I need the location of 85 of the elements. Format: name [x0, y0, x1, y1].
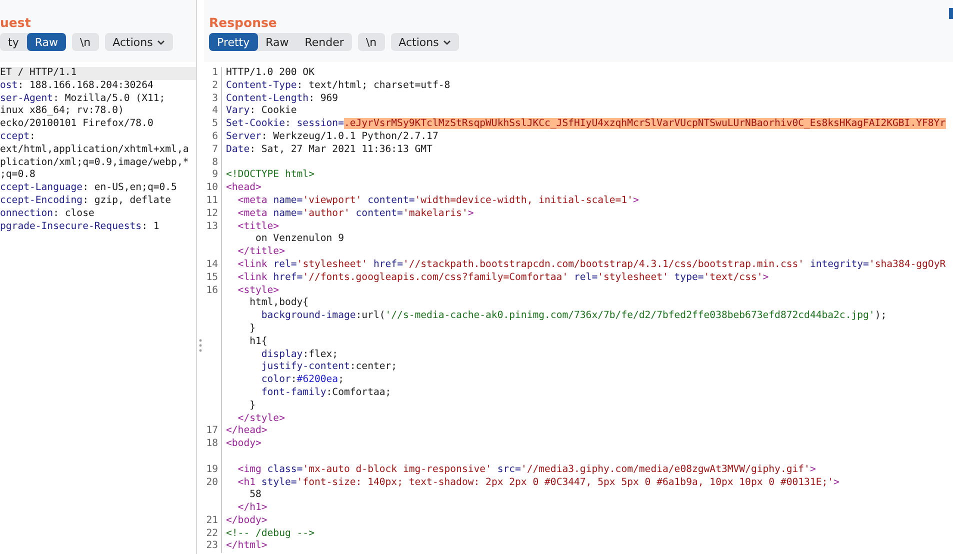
code-line: <img class='mx-auto d-block img-responsive' src='//media3.giphy.com/media/e08zgwAt3MVW/giphy.gif'>: [236, 464, 817, 476]
code-line: <style>: [236, 284, 280, 298]
code-line: </head>: [226, 425, 268, 438]
code-line: <link rel='stylesheet' href='//stackpath.bootstrapcdn.com/bootstrap/4.3.1/css/bootstrap.min.css' integrity='sha384-ggOyR: [236, 258, 947, 272]
line-number: 8: [204, 156, 222, 170]
panel-title: Response: [209, 15, 277, 30]
line-number: 10: [204, 182, 222, 195]
code-line: <title>: [236, 220, 280, 234]
code-line: <!-- /debug -->: [226, 528, 316, 540]
code-line: font-family:Comfortaa;: [260, 386, 392, 400]
code-line: onnection: close: [0, 208, 96, 221]
code-line: ost: 188.166.168.204:30264: [0, 80, 154, 93]
line-number: 15: [204, 272, 222, 285]
code-line: justify-content:center;: [260, 361, 398, 374]
code-line: display:flex;: [260, 348, 340, 362]
code-line: html,body{: [248, 297, 310, 310]
line-number: 6: [204, 130, 222, 144]
line-number: 22: [204, 528, 222, 540]
code-line: ccept:: [0, 130, 36, 144]
actions-button[interactable]: Actions: [104, 33, 173, 51]
code-line: <!DOCTYPE html>: [226, 169, 316, 182]
code-line: <head>: [226, 182, 262, 195]
panel-title: uest: [0, 15, 31, 30]
code-line: Server: Werkzeug/1.0.1 Python/2.7.17: [226, 130, 440, 144]
line-number: 13: [204, 220, 222, 234]
line-number: 4: [204, 105, 222, 118]
line-number: 23: [204, 540, 222, 554]
code-line: ext/html,application/xhtml+xml,a: [0, 144, 190, 157]
view-tab[interactable]: Raw: [258, 33, 297, 51]
code-line: Content-Length: 969: [226, 92, 340, 106]
line-number: 21: [204, 514, 222, 528]
line-number: 12: [204, 208, 222, 221]
line-number: 3: [204, 92, 222, 106]
newline-toggle[interactable]: \n: [72, 33, 99, 51]
code-line: <meta name='viewport' content='width=device-width, initial-scale=1'>: [236, 194, 640, 208]
line-number: 16: [204, 284, 222, 298]
code-line: h1{: [248, 336, 268, 349]
code-line: Vary: Cookie: [226, 105, 298, 118]
line-number: 2: [204, 80, 222, 93]
line-number: 9: [204, 169, 222, 182]
code-line: <h1 style='font-size: 140px; text-shadow: 2px 2px 0 #0C3447, 5px 5px 0 #6a1b9a, 10px 10px 0 #00131E;'>: [236, 476, 840, 490]
code-line: color:#6200ea;: [260, 374, 345, 387]
code-line: background-image:url('//s-media-cache-ak0.pinimg.com/736x/7b/fe/d2/7bfed2ffe038beb673efd872cd44ba2c.jpg');: [260, 310, 888, 323]
actions-button[interactable]: Actions: [390, 33, 459, 51]
code-line: 58: [248, 489, 262, 502]
code-line: }: [248, 400, 256, 413]
line-number: 19: [204, 464, 222, 476]
code-line: </body>: [226, 514, 268, 528]
code-line: </html>: [226, 540, 268, 554]
chevron-down-icon: [156, 40, 165, 44]
code-line: ccept-Language: en-US,en;q=0.5: [0, 182, 178, 195]
line-number: 5: [204, 118, 222, 131]
code-line: Content-Type: text/html; charset=utf-8: [226, 80, 452, 93]
newline-toggle[interactable]: \n: [358, 33, 385, 51]
line-number: 20: [204, 476, 222, 490]
code-line: on Venzenulon 9: [254, 233, 345, 246]
view-tab[interactable]: Raw: [26, 33, 66, 51]
drag-handle-icon[interactable]: [199, 339, 202, 352]
code-line: ser-Agent: Mozilla/5.0 (X11;: [0, 92, 166, 106]
code-line: ;q=0.8: [0, 169, 36, 182]
code-line: pgrade-Insecure-Requests: 1: [0, 220, 160, 234]
code-line: HTTP/1.0 200 OK: [226, 67, 316, 80]
line-number: 11: [204, 194, 222, 208]
code-line: <meta name='author' content='makelaris'>: [236, 208, 475, 221]
line-number: 1: [204, 67, 222, 80]
line-number: 18: [204, 438, 222, 451]
view-tab[interactable]: Pretty: [209, 33, 258, 51]
chevron-down-icon: [442, 40, 451, 44]
code-line: Set-Cookie: session=.eJyrVsrMSy9KTclMzStRsqpWUkhSslJKCc_JSfHIyU4xzqhMcrSlVarVUcpNTSwuLUrNBaorhiv0C_Es8ksHKagFAI2KGBI.YF8Yr: [226, 118, 947, 131]
code-line: plication/xml;q=0.9,image/webp,*: [0, 156, 190, 170]
code-line: ecko/20100101 Firefox/78.0: [0, 118, 154, 131]
code-line: inux x86_64; rv:78.0): [0, 105, 125, 118]
code-line: </style>: [236, 412, 286, 426]
view-tab[interactable]: Render: [296, 33, 352, 51]
code-line: }: [248, 322, 256, 336]
line-number: 7: [204, 144, 222, 157]
code-line: <body>: [226, 438, 262, 451]
code-line: <link href='//fonts.googleapis.com/css?family=Comfortaa' rel='stylesheet' type='text/css'>: [236, 272, 770, 285]
code-line: </h1>: [236, 502, 268, 515]
code-line: ccept-Encoding: gzip, deflate: [0, 194, 172, 208]
view-tab[interactable]: ty: [0, 33, 27, 51]
code-line: </title>: [236, 246, 286, 259]
line-number: 14: [204, 258, 222, 272]
code-line: Date: Sat, 27 Mar 2021 11:36:13 GMT: [226, 144, 434, 157]
line-number: 17: [204, 425, 222, 438]
